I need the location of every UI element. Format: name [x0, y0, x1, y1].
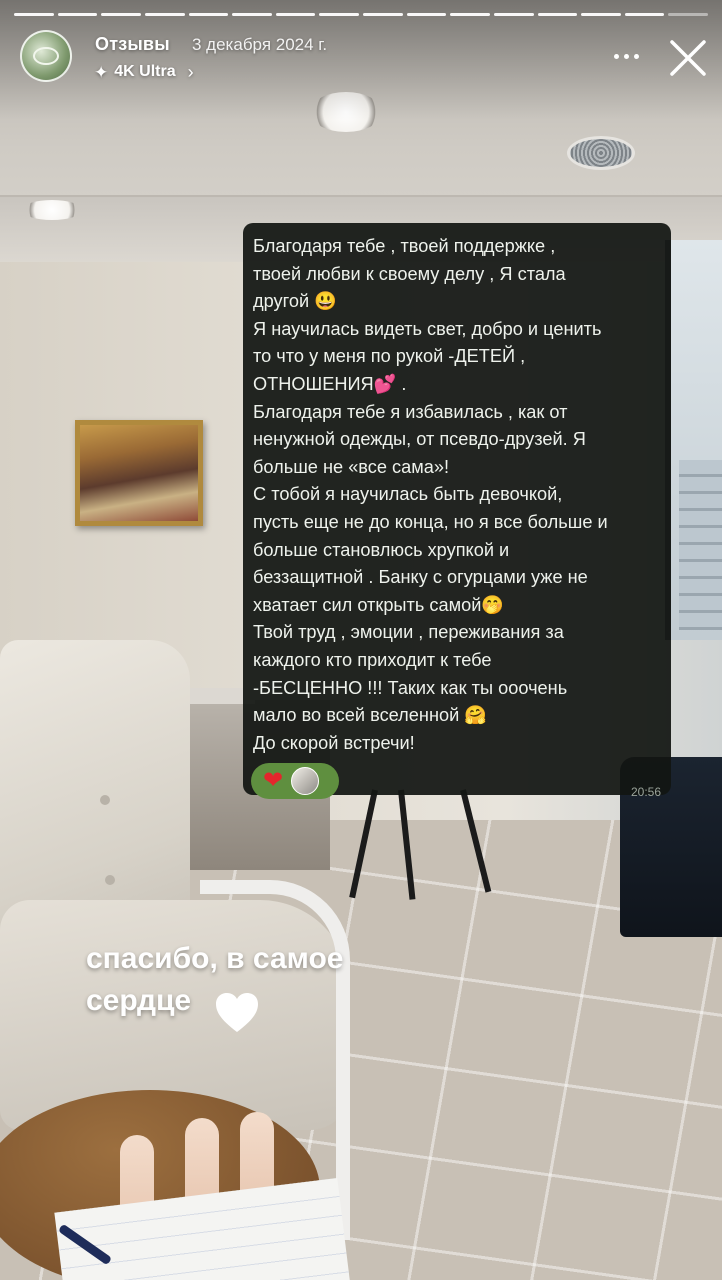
avatar[interactable] — [20, 30, 72, 82]
progress-segment — [188, 13, 229, 16]
ceiling-light — [22, 200, 82, 220]
white-heart-icon — [216, 993, 258, 1032]
reactor-avatar — [291, 767, 320, 795]
more-dots-icon — [613, 53, 619, 59]
message-screenshot: Благодаря тебе , твоей поддержке , твоей… — [243, 223, 671, 799]
progress-segment — [581, 13, 621, 16]
story-progress-bar — [14, 13, 708, 16]
progress-segment — [144, 13, 185, 16]
heart-reaction-icon: ❤ — [263, 767, 284, 794]
wall-painting — [75, 420, 203, 526]
progress-segment — [14, 13, 54, 16]
progress-segment — [363, 13, 403, 16]
more-dots-icon — [633, 53, 639, 59]
progress-segment — [668, 13, 708, 16]
account-name[interactable]: Отзывы — [95, 34, 170, 55]
progress-segment — [450, 13, 490, 16]
progress-segment — [537, 13, 578, 16]
progress-segment — [101, 13, 141, 16]
more-options-button[interactable] — [606, 40, 646, 72]
progress-segment — [319, 13, 359, 16]
more-dots-icon — [623, 53, 629, 59]
ceiling-vent — [567, 136, 635, 170]
progress-segment — [232, 13, 272, 16]
progress-segment — [624, 13, 665, 16]
reactions-pill: ❤ — [251, 763, 339, 799]
leaf-logo-icon — [33, 47, 59, 65]
caption-line-1: спасибо, в самое — [86, 942, 344, 975]
chevron-right-icon: › — [187, 61, 194, 82]
progress-segment — [406, 13, 447, 16]
progress-segment — [57, 13, 98, 16]
message-time: 20:56 — [630, 785, 661, 799]
story-date: 3 декабря 2024 г. — [192, 35, 328, 54]
progress-segment — [493, 13, 534, 16]
progress-segment — [275, 13, 316, 16]
window — [665, 240, 722, 640]
quality-badge[interactable]: ✦ 4K Ultra › — [94, 61, 194, 83]
story-header: Отзывы 3 декабря 2024 г. ✦ 4K Ultra › — [20, 30, 710, 90]
message-text: Благодаря тебе , твоей поддержке , твоей… — [253, 236, 608, 753]
quality-label: 4K Ultra — [114, 63, 176, 80]
sparkle-icon: ✦ — [94, 62, 109, 82]
close-icon[interactable] — [668, 38, 708, 78]
